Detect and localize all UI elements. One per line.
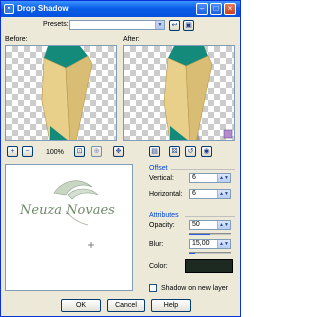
close-icon[interactable]: × xyxy=(224,3,236,15)
reset-icon[interactable]: ↺ xyxy=(185,146,196,157)
title-bar[interactable]: ▪ Drop Shadow – □ × xyxy=(1,1,240,17)
window-title: Drop Shadow xyxy=(17,4,69,13)
zoom-in-icon[interactable]: + xyxy=(7,146,18,157)
shadow-color-swatch[interactable] xyxy=(185,259,233,273)
attributes-group-divider xyxy=(185,216,235,217)
shadow-navigator[interactable]: Neuza Novaes xyxy=(5,164,133,291)
opacity-input[interactable]: 50 ▲▼ xyxy=(189,220,231,230)
blur-spinner[interactable]: ▲▼ xyxy=(217,240,230,248)
presets-dropdown[interactable]: ▼ xyxy=(69,20,165,30)
vertical-value: 6 xyxy=(192,174,196,181)
after-preview[interactable] xyxy=(123,45,235,141)
horizontal-spinner[interactable]: ▲▼ xyxy=(217,190,230,198)
load-preset-icon[interactable]: ↩ xyxy=(169,20,180,31)
color-label: Color: xyxy=(149,263,168,270)
opacity-label: Opacity: xyxy=(149,222,175,229)
ok-button[interactable]: OK xyxy=(61,299,101,312)
vertical-label: Vertical: xyxy=(149,175,174,182)
drop-shadow-dialog: ▪ Drop Shadow – □ × Presets: ▼ ↩ ▣ Befor… xyxy=(0,0,241,317)
offset-group-label: Offset xyxy=(149,165,168,172)
toggle-preview-icon[interactable]: ▤ xyxy=(149,146,160,157)
blur-slider-fill xyxy=(189,253,196,254)
signature-text: Neuza Novaes xyxy=(20,203,115,218)
vertical-input[interactable]: 6 ▲▼ xyxy=(189,173,231,183)
fit-window-icon[interactable]: ⊡ xyxy=(74,146,85,157)
horizontal-label: Horizontal: xyxy=(149,191,183,198)
vertical-spinner[interactable]: ▲▼ xyxy=(217,174,230,182)
after-label: After: xyxy=(123,36,140,43)
chevron-down-icon[interactable]: ▼ xyxy=(155,21,164,29)
cancel-button[interactable]: Cancel xyxy=(107,299,145,312)
zoom-out-icon[interactable]: − xyxy=(22,146,33,157)
app-icon: ▪ xyxy=(4,4,14,14)
opacity-slider-fill xyxy=(189,234,210,235)
blur-value: 15,00 xyxy=(192,240,210,247)
opacity-spinner[interactable]: ▲▼ xyxy=(217,221,230,229)
offset-group-divider xyxy=(171,169,235,170)
blur-label: Blur: xyxy=(149,241,164,248)
maximize-icon[interactable]: □ xyxy=(210,3,222,15)
help-button[interactable]: Help xyxy=(151,299,191,312)
presets-label: Presets: xyxy=(43,21,69,28)
shadow-on-new-layer-checkbox[interactable] xyxy=(149,284,157,292)
minimize-icon[interactable]: – xyxy=(196,3,208,15)
horizontal-value: 6 xyxy=(192,190,196,197)
blur-input[interactable]: 15,00 ▲▼ xyxy=(189,239,231,249)
before-figure xyxy=(41,46,93,140)
zoom-level: 100% xyxy=(46,149,64,156)
before-preview[interactable] xyxy=(5,45,117,141)
blur-slider[interactable] xyxy=(189,252,231,254)
save-preset-icon[interactable]: ▣ xyxy=(183,20,194,31)
attributes-group-label: Attributes xyxy=(149,212,179,219)
zoom-actual-icon[interactable]: ⊕ xyxy=(91,146,102,157)
opacity-value: 50 xyxy=(192,221,200,228)
move-icon[interactable]: ✥ xyxy=(113,146,124,157)
randomize-icon[interactable]: ⚄ xyxy=(169,146,180,157)
signature-graphic xyxy=(53,180,99,248)
after-figure xyxy=(163,46,233,140)
horizontal-input[interactable]: 6 ▲▼ xyxy=(189,189,231,199)
opacity-slider[interactable] xyxy=(189,233,231,235)
proof-icon[interactable]: ◉ xyxy=(201,146,212,157)
shadow-on-new-layer-label: Shadow on new layer xyxy=(161,285,228,292)
before-label: Before: xyxy=(5,36,28,43)
